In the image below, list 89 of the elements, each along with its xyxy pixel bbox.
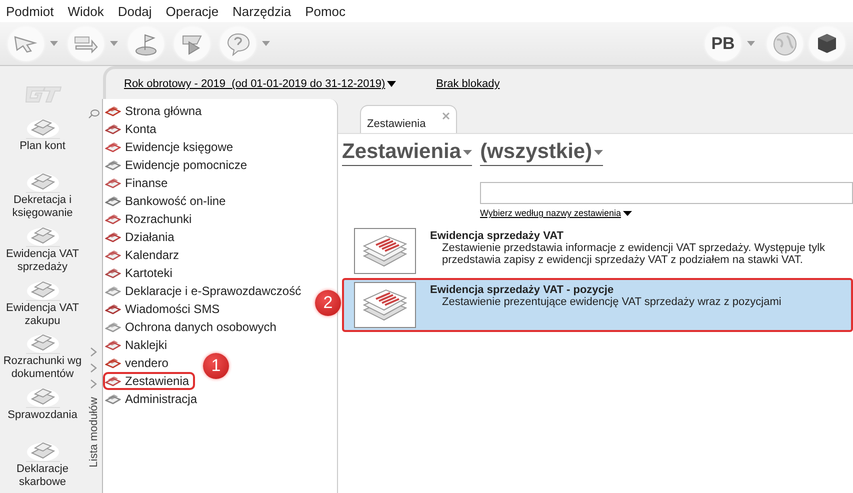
menu-item[interactable]: Operacje xyxy=(166,4,219,18)
stack-icon xyxy=(105,356,121,370)
step-badge: 1 xyxy=(203,353,229,379)
caret-icon xyxy=(594,150,604,154)
menu-item[interactable]: Widok xyxy=(68,4,104,18)
stack-icon xyxy=(105,374,121,388)
rail-item[interactable]: Plan kont xyxy=(0,116,84,170)
rail-item[interactable]: Ewidencja VAT sprzedaży xyxy=(0,224,84,278)
menu-item[interactable]: Narzędzia xyxy=(232,4,292,18)
stack-icon xyxy=(105,122,121,136)
module-item[interactable]: Działania xyxy=(103,228,180,246)
stack-icon xyxy=(105,302,121,316)
caret-icon xyxy=(622,210,632,216)
module-item[interactable]: Ewidencje księgowe xyxy=(103,138,240,156)
stack-icon xyxy=(105,284,121,298)
caret-icon[interactable] xyxy=(110,41,118,46)
caret-icon[interactable] xyxy=(50,41,58,46)
stack-icon xyxy=(105,104,121,118)
report-title: Ewidencja sprzedaży VAT xyxy=(430,230,564,242)
stack-icon xyxy=(105,212,121,226)
module-item[interactable]: Bankowość on-line xyxy=(103,192,232,210)
stack-icon xyxy=(105,176,121,190)
lock-status-link[interactable]: Brak blokady xyxy=(436,78,500,90)
module-item[interactable]: Ewidencje pomocnicze xyxy=(103,156,254,174)
toolbar-button[interactable] xyxy=(8,26,44,60)
rail-item[interactable]: Deklaracje skarbowe xyxy=(0,439,84,493)
fiscal-year-link[interactable]: Rok obrotowy - 2019 (od 01-01-2019 do 31-12-2019) xyxy=(124,78,396,90)
toolbar-button[interactable] xyxy=(68,26,104,60)
stack-icon xyxy=(105,230,121,244)
report-row[interactable]: Ewidencja sprzedaży VAT Zestawienie przedstawia informacje z ewidencji VAT sprzedaży. Występuje tylk przedstawia zapisy z ewidencji sprzedaży VAT z podziałem na stawki VAT. xyxy=(342,224,853,278)
cube-icon xyxy=(817,33,837,54)
menu-item[interactable]: Dodaj xyxy=(118,4,152,18)
rail-item[interactable]: Ewidencja VAT zakupu xyxy=(0,278,84,332)
report-description: Zestawienie przedstawia informacje z ewidencji VAT sprzedaży. Występuje tylk xyxy=(441,242,826,254)
module-item[interactable]: Konta xyxy=(103,120,162,138)
module-item[interactable]: Administracja xyxy=(103,390,204,408)
caret-icon[interactable] xyxy=(747,41,755,46)
module-item[interactable]: Strona główna xyxy=(103,102,208,120)
stack-icon xyxy=(105,266,121,280)
globe-button[interactable] xyxy=(767,26,803,60)
cursor-icon xyxy=(13,34,39,54)
report-title: Ewidencja sprzedaży VAT - pozycje xyxy=(430,284,615,296)
step-badge: 2 xyxy=(315,290,341,316)
caret-icon xyxy=(463,150,472,154)
report-thumbnail xyxy=(354,282,416,328)
rail-item[interactable]: Sprawozdania xyxy=(0,385,84,440)
stack-icon xyxy=(105,320,121,334)
report-thumbnail xyxy=(354,228,416,274)
arrow-icon xyxy=(73,34,99,54)
menu-item[interactable]: Pomoc xyxy=(305,4,346,18)
module-item[interactable]: vendero xyxy=(103,354,174,372)
cube-button[interactable] xyxy=(809,26,845,60)
module-item[interactable]: Finanse xyxy=(103,174,174,192)
user-button[interactable]: PB xyxy=(705,26,741,60)
report-row[interactable]: Ewidencja sprzedaży VAT - pozycje Zestawienie prezentujące ewidencję VAT sprzedaży wraz z pozycjami xyxy=(342,278,853,332)
stack-icon xyxy=(105,338,121,352)
toolbar-button[interactable] xyxy=(220,26,256,60)
stack-icon xyxy=(105,392,121,406)
search-field[interactable] xyxy=(480,182,853,204)
stack-icon xyxy=(105,140,121,154)
module-item[interactable]: Kartoteki xyxy=(103,264,178,282)
report-description: Zestawienie prezentujące ewidencję VAT sprzedaży wraz z pozycjami xyxy=(441,296,782,308)
filter-dropdown[interactable]: (wszystkie) xyxy=(480,140,604,166)
category-dropdown[interactable]: Zestawienia xyxy=(342,140,472,166)
stack-icon xyxy=(105,194,121,208)
report-description: przedstawia zapisy z ewidencji sprzedaży VAT z podziałem na stawki VAT. xyxy=(441,254,804,266)
stack-icon xyxy=(105,158,121,172)
close-icon[interactable] xyxy=(442,112,450,120)
module-item[interactable]: Rozrachunki xyxy=(103,210,198,228)
sort-link[interactable]: Wybierz według nazwy zestawienia xyxy=(480,208,632,218)
caret-icon[interactable] xyxy=(262,41,270,46)
flag-icon xyxy=(133,32,159,56)
module-item[interactable]: Wiadomości SMS xyxy=(103,300,226,318)
module-item[interactable]: Ochrona danych osobowych xyxy=(103,318,282,336)
menu-item[interactable]: Podmiot xyxy=(6,4,54,18)
rail-item[interactable]: Dekretacja i księgowanie xyxy=(0,170,84,224)
toolbar-button[interactable] xyxy=(174,26,210,60)
module-item[interactable]: Zestawienia xyxy=(103,372,196,390)
help-icon xyxy=(225,32,251,56)
module-item[interactable]: Kalendarz xyxy=(103,246,186,264)
stack-icon xyxy=(105,248,121,262)
caret-icon xyxy=(387,81,396,87)
globe-icon xyxy=(772,30,798,56)
module-item[interactable]: Naklejki xyxy=(103,336,174,354)
tab[interactable]: Zestawienia xyxy=(360,105,457,133)
module-item[interactable]: Deklaracje i e-Sprawozdawczość xyxy=(103,282,308,300)
panel-label: Lista modułów xyxy=(88,397,100,468)
rail-item[interactable]: Rozrachunki wg dokumentów xyxy=(0,331,84,386)
toolbar-button[interactable] xyxy=(128,26,164,60)
